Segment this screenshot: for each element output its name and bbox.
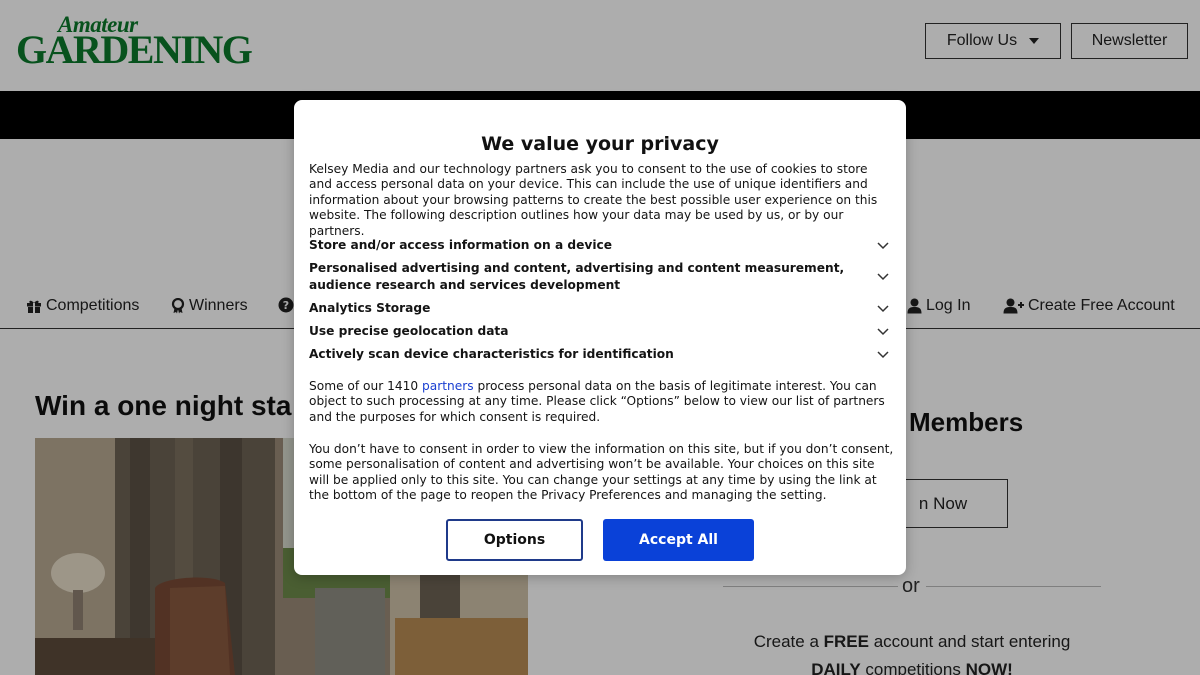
options-label: Options: [483, 532, 546, 548]
purpose-item-device-scan[interactable]: Actively scan device characteristics for…: [309, 346, 889, 363]
purpose-item-store-access[interactable]: Store and/or access information on a dev…: [309, 237, 889, 254]
accept-all-label: Accept All: [639, 532, 718, 548]
purpose-label: Personalised advertising and content, ad…: [309, 261, 845, 292]
consent-info-text: You don’t have to consent in order to vi…: [309, 442, 894, 503]
purpose-label: Use precise geolocation data: [309, 324, 509, 338]
purpose-list: Store and/or access information on a dev…: [309, 237, 889, 363]
purpose-item-analytics-storage[interactable]: Analytics Storage: [309, 300, 889, 317]
legit-pre: Some of our 1410: [309, 379, 423, 393]
privacy-dialog-title: We value your privacy: [481, 133, 719, 155]
purpose-item-geolocation[interactable]: Use precise geolocation data: [309, 323, 889, 340]
privacy-intro-text: Kelsey Media and our technology partners…: [309, 162, 878, 238]
accept-all-button[interactable]: Accept All: [603, 519, 754, 561]
privacy-consent-dialog: We value your privacy Kelsey Media and o…: [294, 100, 906, 575]
partners-link[interactable]: partners: [422, 379, 474, 393]
options-button[interactable]: Options: [446, 519, 583, 561]
purpose-label: Analytics Storage: [309, 301, 431, 315]
purpose-label: Actively scan device characteristics for…: [309, 347, 674, 361]
chevron-down-icon: [877, 273, 889, 281]
chevron-down-icon: [877, 327, 889, 335]
purpose-label: Store and/or access information on a dev…: [309, 238, 613, 252]
chevron-down-icon: [877, 241, 889, 249]
legitimate-interest-text: Some of our 1410 partners process person…: [309, 379, 894, 425]
chevron-down-icon: [877, 304, 889, 312]
purpose-item-personalised-advertising[interactable]: Personalised advertising and content, ad…: [309, 260, 889, 294]
chevron-down-icon: [877, 350, 889, 358]
